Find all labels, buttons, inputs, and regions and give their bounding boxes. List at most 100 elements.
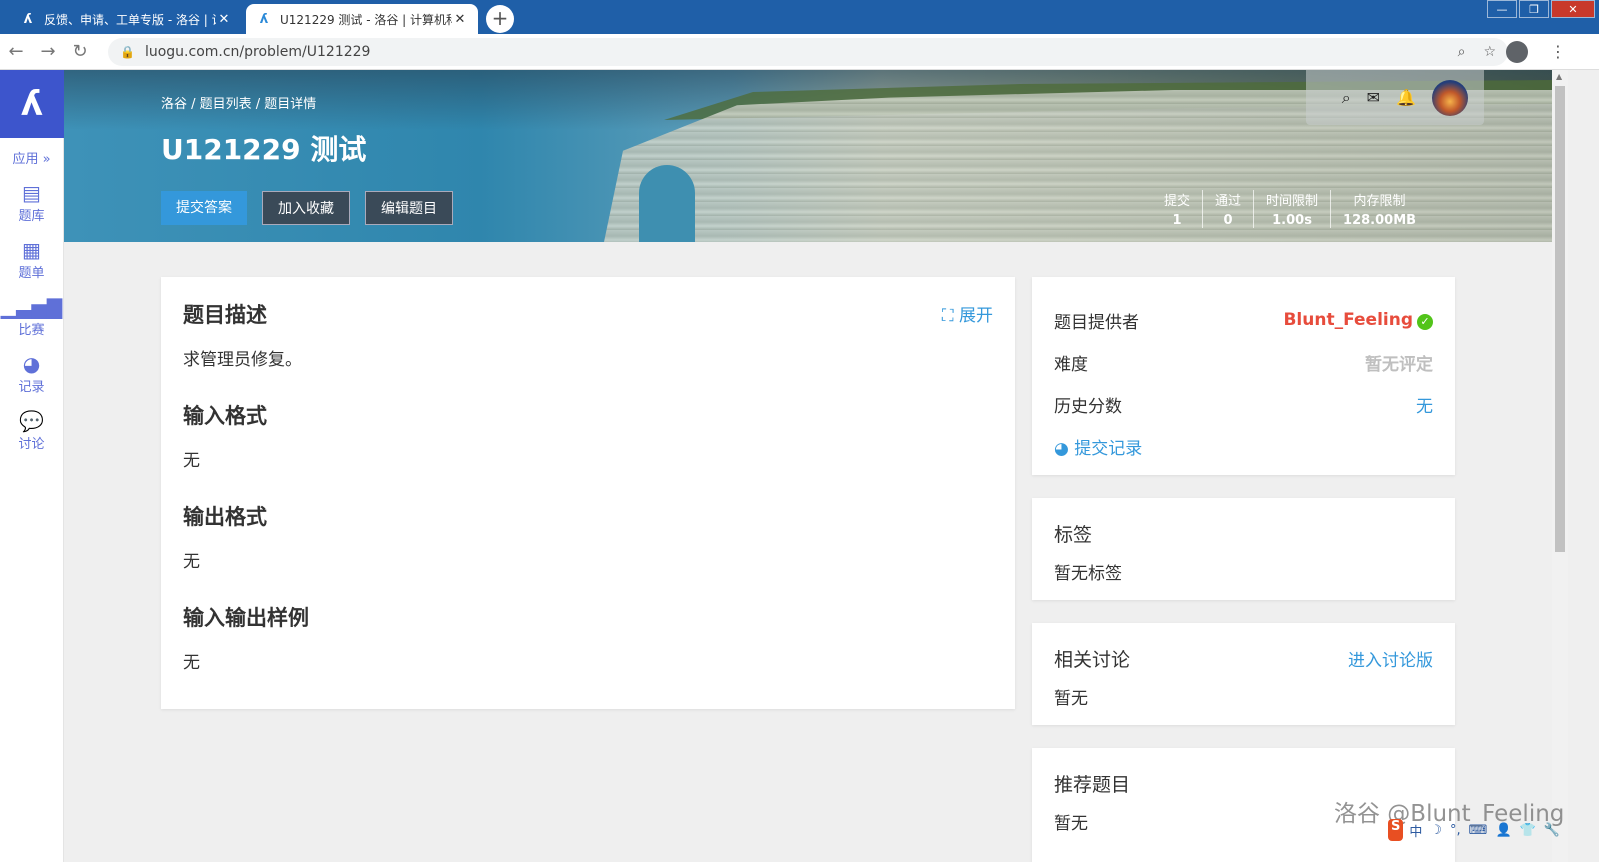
punctuation-icon[interactable]: °, <box>1450 823 1461 838</box>
keyboard-icon[interactable]: ⌨ <box>1469 823 1488 838</box>
discussion-title: 相关讨论 <box>1054 649 1131 671</box>
avatar[interactable] <box>1432 79 1468 116</box>
search-icon[interactable]: ⌕ <box>1342 88 1351 108</box>
sogou-logo-icon[interactable]: S <box>1388 819 1404 841</box>
stat-value: 1 <box>1172 213 1182 228</box>
skin-icon[interactable]: 👕 <box>1520 823 1536 838</box>
section-heading-output-format: 输出格式 <box>183 505 267 529</box>
difficulty-row: 难度 暂无评定 <box>1054 341 1433 383</box>
mail-icon[interactable]: ✉ <box>1367 88 1380 107</box>
enter-discussion-link[interactable]: 进入讨论版 <box>1348 646 1433 671</box>
history-label: 历史分数 <box>1054 396 1122 417</box>
stat-value: 0 <box>1223 213 1233 228</box>
tags-title: 标签 <box>1054 524 1093 546</box>
profile-avatar-icon[interactable] <box>1506 41 1528 63</box>
edit-problem-button[interactable]: 编辑题目 <box>365 191 453 225</box>
history-value[interactable]: 无 <box>1416 392 1433 417</box>
expand-button[interactable]: ⛶ 展开 <box>942 301 993 326</box>
ime-chinese-mode[interactable]: 中 <box>1409 821 1422 840</box>
browser-menu-icon[interactable]: ⋮ <box>1550 42 1566 61</box>
submission-records-link[interactable]: ◕ 提交记录 <box>1054 434 1142 459</box>
tab-title: 反馈、申请、工单专版 - 洛谷 | 计 <box>44 12 216 27</box>
verified-check-icon: ✓ <box>1417 314 1433 330</box>
sidebar-item-problem-lists[interactable]: ▦ 题单 <box>0 238 63 281</box>
sidebar: ʎ 应用 » ▤ 题库 ▦ 题单 ▁▃▅▇ 比赛 ◕ 记录 💬 讨论 <box>0 70 64 862</box>
page-scrollbar[interactable]: ▲ <box>1552 70 1568 862</box>
sidebar-item-problems[interactable]: ▤ 题库 <box>0 181 63 224</box>
sidebar-item-label: 比赛 <box>18 323 45 338</box>
section-heading-description: 题目描述 <box>183 303 267 327</box>
submit-answer-button[interactable]: 提交答案 <box>161 191 247 225</box>
banner-arch <box>639 165 695 242</box>
stat-label: 提交 <box>1164 194 1191 209</box>
page-title: U121229 测试 <box>161 133 367 166</box>
stat-value: 128.00MB <box>1343 213 1417 228</box>
stat-label: 时间限制 <box>1266 194 1319 209</box>
sidebar-item-label: 题单 <box>18 266 45 281</box>
window-controls: — ❐ ✕ <box>1485 0 1595 18</box>
minimize-button[interactable]: — <box>1487 0 1517 18</box>
sidebar-item-contests[interactable]: ▁▃▅▇ 比赛 <box>0 295 63 338</box>
difficulty-value: 暂无评定 <box>1365 354 1433 375</box>
restore-button[interactable]: ❐ <box>1519 0 1549 18</box>
tags-value: 暂无标签 <box>1054 564 1122 584</box>
url-text[interactable]: luogu.com.cn/problem/U121229 <box>145 44 1440 60</box>
reload-icon[interactable]: ↻ <box>64 41 96 62</box>
breadcrumb[interactable]: 洛谷 / 题目列表 / 题目详情 <box>161 93 316 112</box>
user-toolbar: ⌕ ✉ 🔔 <box>1306 70 1484 125</box>
lock-icon[interactable]: 🔒 <box>120 45 135 59</box>
wrench-icon[interactable]: 🔧 <box>1544 823 1560 838</box>
problem-stats: 提交 1 通过 0 时间限制 1.00s 内存限制 128.00MB <box>1152 190 1428 228</box>
window-close-button[interactable]: ✕ <box>1551 0 1595 18</box>
new-tab-button[interactable]: + <box>486 5 514 33</box>
sidebar-item-label: 讨论 <box>18 437 45 452</box>
scrollbar-thumb[interactable] <box>1555 86 1565 552</box>
stat-memory-limit: 内存限制 128.00MB <box>1330 190 1428 228</box>
forward-icon[interactable]: → <box>32 41 64 62</box>
stat-accepted: 通过 0 <box>1202 190 1253 228</box>
url-input[interactable]: 🔒 luogu.com.cn/problem/U121229 ⌕ ☆ <box>108 38 1508 66</box>
bell-icon[interactable]: 🔔 <box>1396 88 1416 107</box>
bar-chart-icon: ▁▃▅▇ <box>0 295 63 319</box>
close-icon[interactable]: ✕ <box>452 12 468 27</box>
book-icon: ▤ <box>22 181 41 205</box>
clipboard-icon: ▦ <box>22 238 41 262</box>
close-icon[interactable]: ✕ <box>216 12 232 27</box>
provider-row: 题目提供者 Blunt_Feeling ✓ <box>1054 299 1433 341</box>
sidebar-item-discuss[interactable]: 💬 讨论 <box>0 409 63 452</box>
problem-banner: 洛谷 / 题目列表 / 题目详情 U121229 测试 提交答案 加入收藏 编辑… <box>64 70 1552 242</box>
provider-label: 题目提供者 <box>1054 312 1139 333</box>
browser-tab-problem[interactable]: ʎ U121229 测试 - 洛谷 | 计算机科 ✕ <box>246 4 478 34</box>
comments-icon: 💬 <box>19 409 44 433</box>
scroll-up-icon[interactable]: ▲ <box>1556 72 1562 81</box>
problem-info-card: 题目提供者 Blunt_Feeling ✓ 难度 暂无评定 历史分数 无 ◕ 提交… <box>1032 277 1455 475</box>
discussion-header: 相关讨论 进入讨论版 <box>1054 645 1433 672</box>
user-icon[interactable]: 👤 <box>1495 823 1511 838</box>
expand-icon: ⛶ <box>941 306 959 326</box>
bookmark-star-icon[interactable]: ☆ <box>1483 44 1496 60</box>
discussion-card: 相关讨论 进入讨论版 暂无 <box>1032 623 1455 725</box>
luogu-favicon-icon: ʎ <box>259 11 269 27</box>
browser-tab-feedback[interactable]: ʎ 反馈、申请、工单专版 - 洛谷 | 计 ✕ <box>10 4 242 34</box>
problem-content-card: ⛶ 展开 题目描述 求管理员修复。 输入格式 无 输出格式 无 输入输出样例 无 <box>161 277 1015 709</box>
tags-card: 标签 暂无标签 <box>1032 498 1455 600</box>
expand-label: 展开 <box>959 306 993 326</box>
ime-toolbar: S 中 ☽ °, ⌨ 👤 👕 🔧 <box>1388 818 1568 842</box>
stat-label: 通过 <box>1215 194 1242 209</box>
section-heading-samples: 输入输出样例 <box>183 606 309 630</box>
address-bar: ← → ↻ 🔒 luogu.com.cn/problem/U121229 ⌕ ☆… <box>0 34 1599 70</box>
history-row: 历史分数 无 <box>1054 383 1433 425</box>
stat-time-limit: 时间限制 1.00s <box>1253 190 1330 228</box>
sidebar-item-label: 题库 <box>18 209 45 224</box>
section-text-samples: 无 <box>183 653 200 673</box>
back-icon[interactable]: ← <box>0 41 32 62</box>
luogu-logo[interactable]: ʎ <box>0 70 64 138</box>
moon-icon[interactable]: ☽ <box>1430 823 1442 838</box>
sidebar-item-records[interactable]: ◕ 记录 <box>0 352 63 395</box>
apps-menu[interactable]: 应用 » <box>0 148 63 167</box>
zoom-icon[interactable]: ⌕ <box>1458 44 1466 60</box>
section-heading-input-format: 输入格式 <box>183 404 267 428</box>
provider-wrap: Blunt_Feeling ✓ <box>1283 310 1433 330</box>
provider-link[interactable]: Blunt_Feeling <box>1283 310 1413 330</box>
add-favorite-button[interactable]: 加入收藏 <box>262 191 350 225</box>
